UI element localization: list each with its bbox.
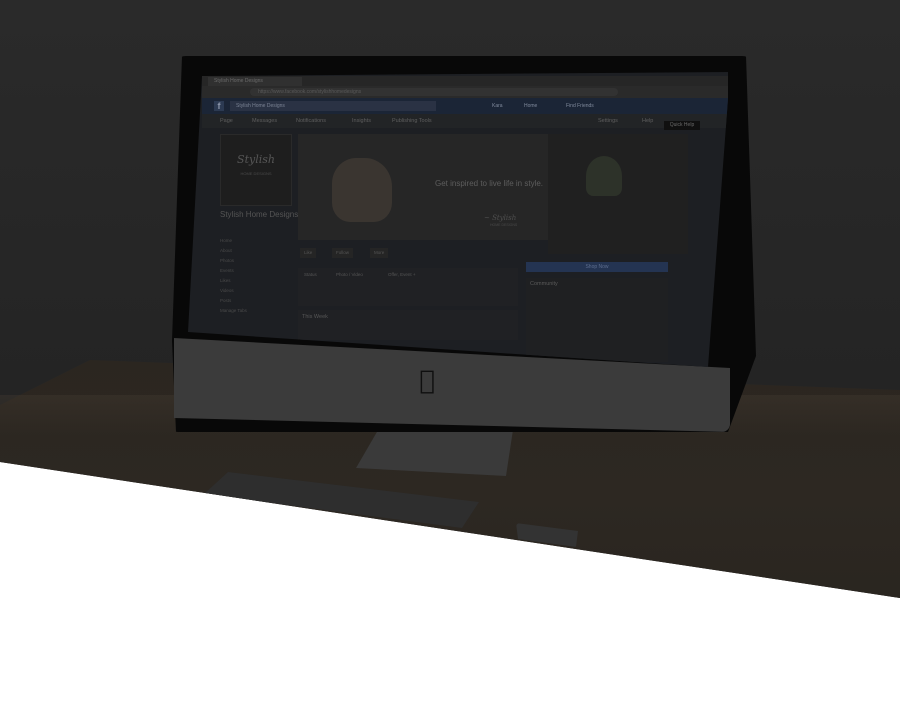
offer-event-tab[interactable]: Offer, Event + — [384, 270, 420, 280]
logo-subtitle: HOME DESIGNS — [240, 171, 272, 176]
page-tab-bar: Page Messages Notifications Insights Pub… — [202, 114, 728, 128]
browser-address-bar: https://www.facebook.com/stylishhomedesi… — [202, 86, 728, 98]
photo-background:  Stylish Home Designs https://www.faceb… — [0, 0, 900, 598]
sidebar-item-home[interactable]: Home — [220, 238, 232, 243]
like-button[interactable]: Like — [300, 248, 317, 258]
cover-signature-sub: HOME DESIGNS — [490, 223, 518, 227]
page-sidebar: Stylish HOME DESIGNS Stylish Home Design… — [220, 134, 298, 364]
url-field[interactable]: https://www.facebook.com/stylishhomedesi… — [250, 88, 618, 96]
right-photo-panel — [548, 134, 688, 254]
tab-help[interactable]: Help — [642, 117, 653, 125]
apple-logo-icon:  — [416, 368, 438, 394]
sidebar-item-videos[interactable]: Videos — [220, 288, 234, 293]
imac-screen: Stylish Home Designs https://www.faceboo… — [188, 72, 728, 367]
tab-page[interactable]: Page — [220, 117, 233, 125]
facebook-top-bar: f Stylish Home Designs Kara Home Find Fr… — [202, 98, 728, 114]
profile-link[interactable]: Kara — [492, 101, 503, 111]
cover-tagline: Get inspired to live life in style. — [434, 179, 544, 188]
photo-video-tab[interactable]: Photo / Video — [332, 270, 367, 280]
search-input[interactable]: Stylish Home Designs — [230, 101, 436, 111]
sidebar-item-events[interactable]: Events — [220, 268, 234, 273]
follow-button[interactable]: Follow — [332, 248, 354, 258]
browser-tab-bar: Stylish Home Designs — [202, 76, 728, 86]
tab-insights[interactable]: Insights — [352, 117, 371, 125]
facebook-logo-icon[interactable]: f — [214, 101, 224, 111]
this-week-title: This Week — [302, 314, 328, 320]
cover-signature: ~ Stylish — [484, 214, 517, 222]
page-actions: Like Follow More — [298, 248, 518, 258]
more-button[interactable]: More — [370, 248, 389, 258]
cat-image — [332, 158, 392, 222]
sidebar-item-likes[interactable]: Likes — [220, 278, 231, 283]
sidebar-item-posts[interactable]: Posts — [220, 298, 231, 303]
post-composer: Status Photo / Video Offer, Event + — [298, 268, 518, 306]
quick-help-button[interactable]: Quick Help — [664, 121, 700, 130]
photo-scene:  Stylish Home Designs https://www.faceb… — [0, 0, 900, 720]
page-name: Stylish Home Designs — [220, 210, 299, 219]
sidebar-item-photos[interactable]: Photos — [220, 258, 234, 263]
tab-notifications[interactable]: Notifications — [296, 117, 326, 125]
shop-now-button[interactable]: Shop Now — [526, 262, 668, 272]
tab-settings[interactable]: Settings — [598, 117, 618, 125]
community-title: Community — [530, 281, 558, 287]
browser-tab[interactable]: Stylish Home Designs — [208, 77, 302, 86]
find-friends-link[interactable]: Find Friends — [566, 101, 594, 111]
logo-script: Stylish — [237, 153, 275, 166]
status-tab[interactable]: Status — [300, 270, 321, 280]
profile-picture[interactable]: Stylish HOME DESIGNS — [220, 134, 292, 206]
community-card: Community — [526, 278, 668, 362]
tab-publishing-tools[interactable]: Publishing Tools — [392, 117, 432, 125]
bonsai-image — [586, 156, 622, 196]
this-week-card: This Week — [298, 310, 518, 340]
sidebar-item-manage-tabs[interactable]: Manage Tabs — [220, 308, 247, 313]
home-link[interactable]: Home — [524, 101, 537, 111]
sidebar-item-about[interactable]: About — [220, 248, 232, 253]
tab-messages[interactable]: Messages — [252, 117, 277, 125]
